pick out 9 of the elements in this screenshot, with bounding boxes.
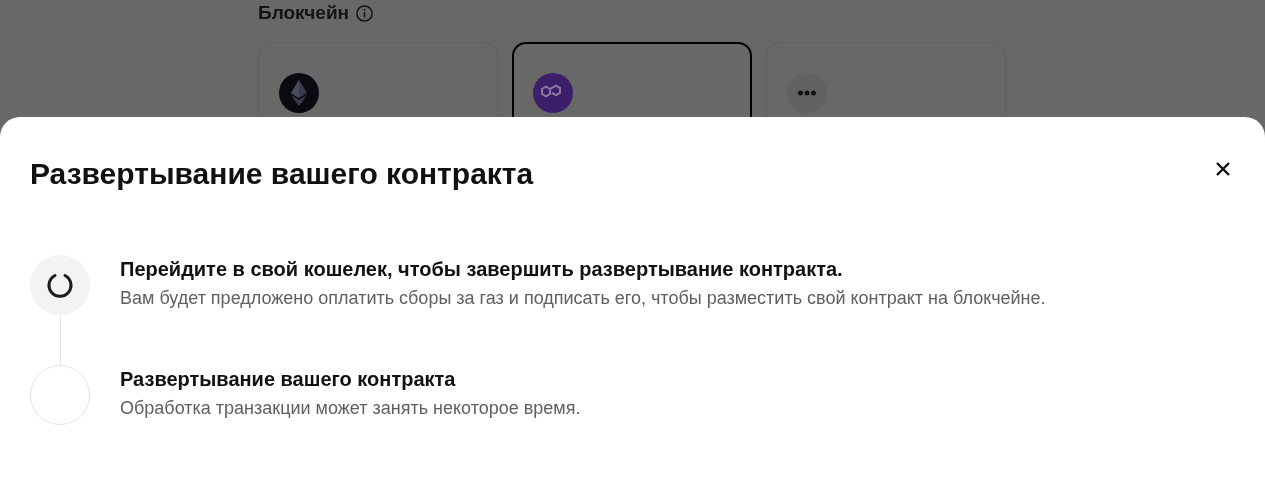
step-title: Перейдите в свой кошелек, чтобы завершить развертывание контракта. [120,258,844,281]
section-title: Блокчейн [258,2,350,24]
more-icon [787,73,827,113]
step-title: Развертывание вашего контракта [120,368,457,391]
chain-link-icon [533,73,573,113]
info-icon[interactable] [355,3,375,23]
step-description: Обработка транзакции может занять некоторое время. [120,398,581,419]
step-description: Вам будет предложено оплатить сборы за газ и подписать его, чтобы разместить свой контракт на блокчейне. [120,288,1046,309]
dialog-title: Развертывание вашего контракта [30,157,534,191]
